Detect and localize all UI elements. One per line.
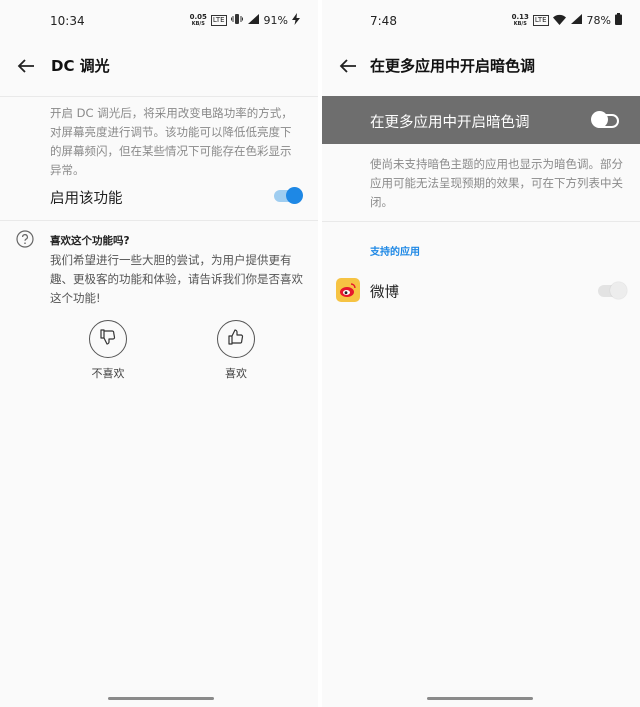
thumbs-down-icon — [99, 328, 117, 350]
feedback-question: 喜欢这个功能吗? — [50, 235, 130, 247]
enable-feature-toggle[interactable] — [274, 187, 303, 204]
weibo-icon — [336, 278, 360, 302]
master-switch-toggle[interactable] — [592, 112, 619, 128]
dark-mode-apps-screen: 7:48 0.13 KB/S LTE 78% 在更多应用中开启暗色调 在更多应用 — [322, 0, 640, 707]
like-button[interactable] — [217, 320, 255, 358]
divider — [322, 221, 640, 222]
status-time: 10:34 — [50, 14, 85, 28]
page-title: DC 调光 — [51, 57, 110, 75]
network-type-badge: LTE — [532, 15, 549, 26]
app-bar: 在更多应用中开启暗色调 — [322, 40, 640, 96]
thumbs-up-icon — [227, 328, 245, 350]
feature-description: 使尚未支持暗色主题的应用也显示为暗色调。部分应用可能无法呈现预期的效果，可在下方… — [370, 157, 623, 209]
app-dark-mode-toggle[interactable] — [598, 282, 627, 299]
enable-feature-label: 启用该功能 — [50, 191, 123, 207]
help-circle-icon — [16, 230, 34, 252]
divider — [0, 96, 318, 97]
app-row[interactable]: 微博 — [322, 272, 640, 310]
battery-icon — [615, 13, 622, 28]
network-speed: 0.13 KB/S — [511, 12, 529, 27]
like-label: 喜欢 — [225, 367, 247, 380]
status-time: 7:48 — [370, 14, 397, 28]
status-bar: 7:48 0.13 KB/S LTE 78% — [322, 0, 640, 40]
master-switch-label: 在更多应用中开启暗色调 — [370, 115, 530, 131]
network-type-badge: LTE — [210, 15, 227, 26]
dislike-button[interactable] — [89, 320, 127, 358]
battery-percent: 78% — [586, 14, 611, 27]
app-bar: DC 调光 — [0, 40, 318, 96]
home-indicator[interactable] — [108, 697, 214, 700]
dislike-label: 不喜欢 — [91, 367, 125, 380]
page-title: 在更多应用中开启暗色调 — [370, 57, 536, 75]
feature-description: 开启 DC 调光后，将采用改变电路功率的方式，对屏幕亮度进行调节。该功能可以降低… — [50, 106, 293, 177]
dc-dimming-screen: 10:34 0.05 KB/S LTE 91% DC 调光 开启 DC 调光后，… — [0, 0, 318, 707]
network-speed: 0.05 KB/S — [189, 12, 207, 27]
status-bar: 10:34 0.05 KB/S LTE 91% — [0, 0, 318, 40]
back-arrow-icon[interactable] — [336, 54, 360, 78]
feedback-body: 我们希望进行一些大胆的尝试，为用户提供更有趣、更极客的功能和体验，请告诉我们你是… — [50, 253, 303, 305]
signal-icon — [570, 13, 583, 28]
charging-icon — [292, 13, 300, 28]
vibrate-icon — [230, 13, 243, 28]
master-switch-row[interactable]: 在更多应用中开启暗色调 — [322, 96, 640, 144]
home-indicator[interactable] — [427, 697, 533, 700]
wifi-icon — [552, 14, 566, 28]
divider — [0, 220, 318, 221]
app-name: 微博 — [370, 285, 399, 301]
back-arrow-icon[interactable] — [14, 54, 38, 78]
section-title: 支持的应用 — [370, 247, 420, 258]
signal-icon — [247, 13, 260, 28]
battery-percent: 91% — [263, 14, 288, 27]
